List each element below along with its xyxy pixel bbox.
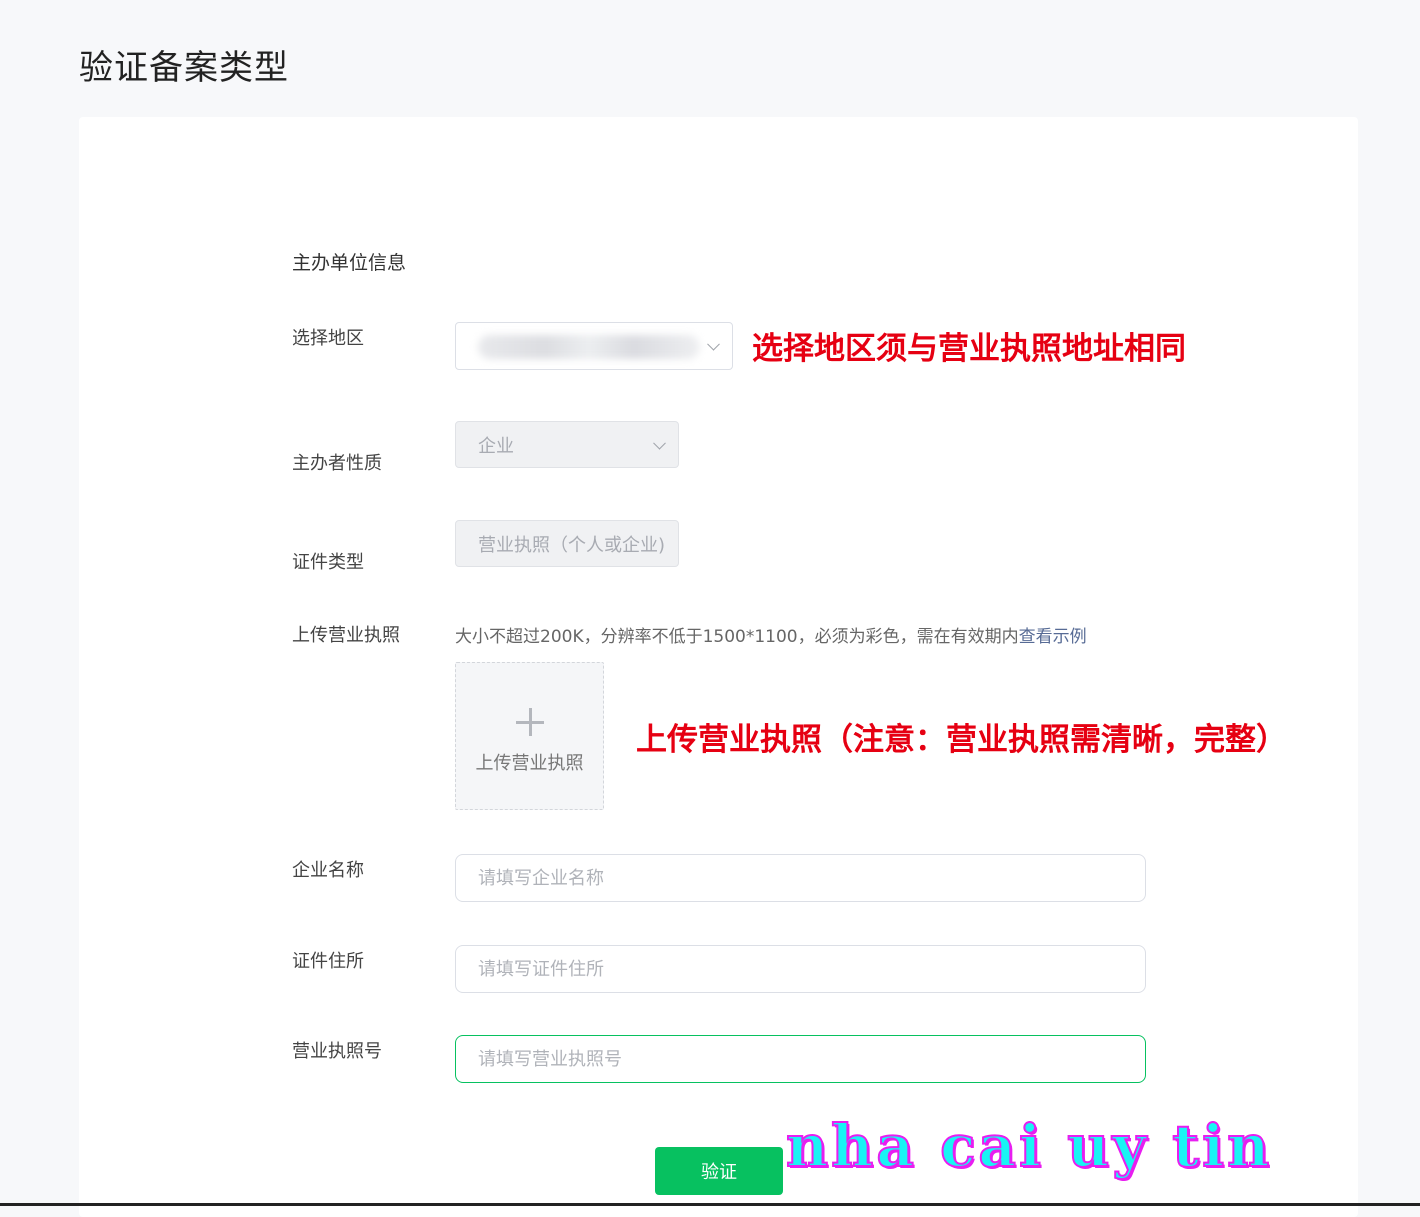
license-no-input[interactable] bbox=[455, 1035, 1146, 1083]
company-name-label: 企业名称 bbox=[292, 860, 364, 881]
section-title: 主办单位信息 bbox=[292, 252, 407, 274]
cert-type-label: 证件类型 bbox=[292, 552, 364, 573]
upload-button-text: 上传营业执照 bbox=[475, 753, 584, 774]
upload-hint: 大小不超过200K，分辨率不低于1500*1100，必须为彩色，需在有效期内查看… bbox=[455, 622, 1087, 647]
verify-button[interactable]: 验证 bbox=[655, 1147, 783, 1195]
upload-license-button[interactable]: 上传营业执照 bbox=[455, 662, 604, 810]
address-input[interactable] bbox=[455, 945, 1146, 993]
page-title: 验证备案类型 bbox=[79, 48, 289, 88]
nature-select[interactable]: 企业 bbox=[455, 421, 679, 468]
nature-label: 主办者性质 bbox=[292, 453, 382, 474]
address-label: 证件住所 bbox=[292, 951, 364, 972]
region-blurred-value bbox=[478, 335, 700, 359]
region-label: 选择地区 bbox=[292, 328, 364, 349]
watermark-text: nha cai uy tin bbox=[785, 1111, 1273, 1181]
view-example-link[interactable]: 查看示例 bbox=[1019, 627, 1087, 647]
plus-icon bbox=[516, 708, 544, 736]
region-annotation: 选择地区须与营业执照地址相同 bbox=[752, 331, 1186, 367]
nature-value: 企业 bbox=[478, 435, 514, 457]
chevron-down-icon bbox=[707, 337, 720, 351]
upload-annotation: 上传营业执照（注意：营业执照需清晰，完整） bbox=[636, 722, 1287, 758]
upload-hint-text: 大小不超过200K，分辨率不低于1500*1100，必须为彩色，需在有效期内 bbox=[455, 627, 1019, 647]
company-name-input[interactable] bbox=[455, 854, 1146, 902]
cert-type-select[interactable]: 营业执照（个人或企业) bbox=[455, 520, 679, 567]
cert-type-value: 营业执照（个人或企业) bbox=[478, 534, 666, 556]
region-select[interactable] bbox=[455, 322, 733, 370]
chevron-down-icon bbox=[653, 436, 666, 450]
license-no-label: 营业执照号 bbox=[292, 1041, 382, 1062]
upload-label: 上传营业执照 bbox=[292, 625, 400, 646]
